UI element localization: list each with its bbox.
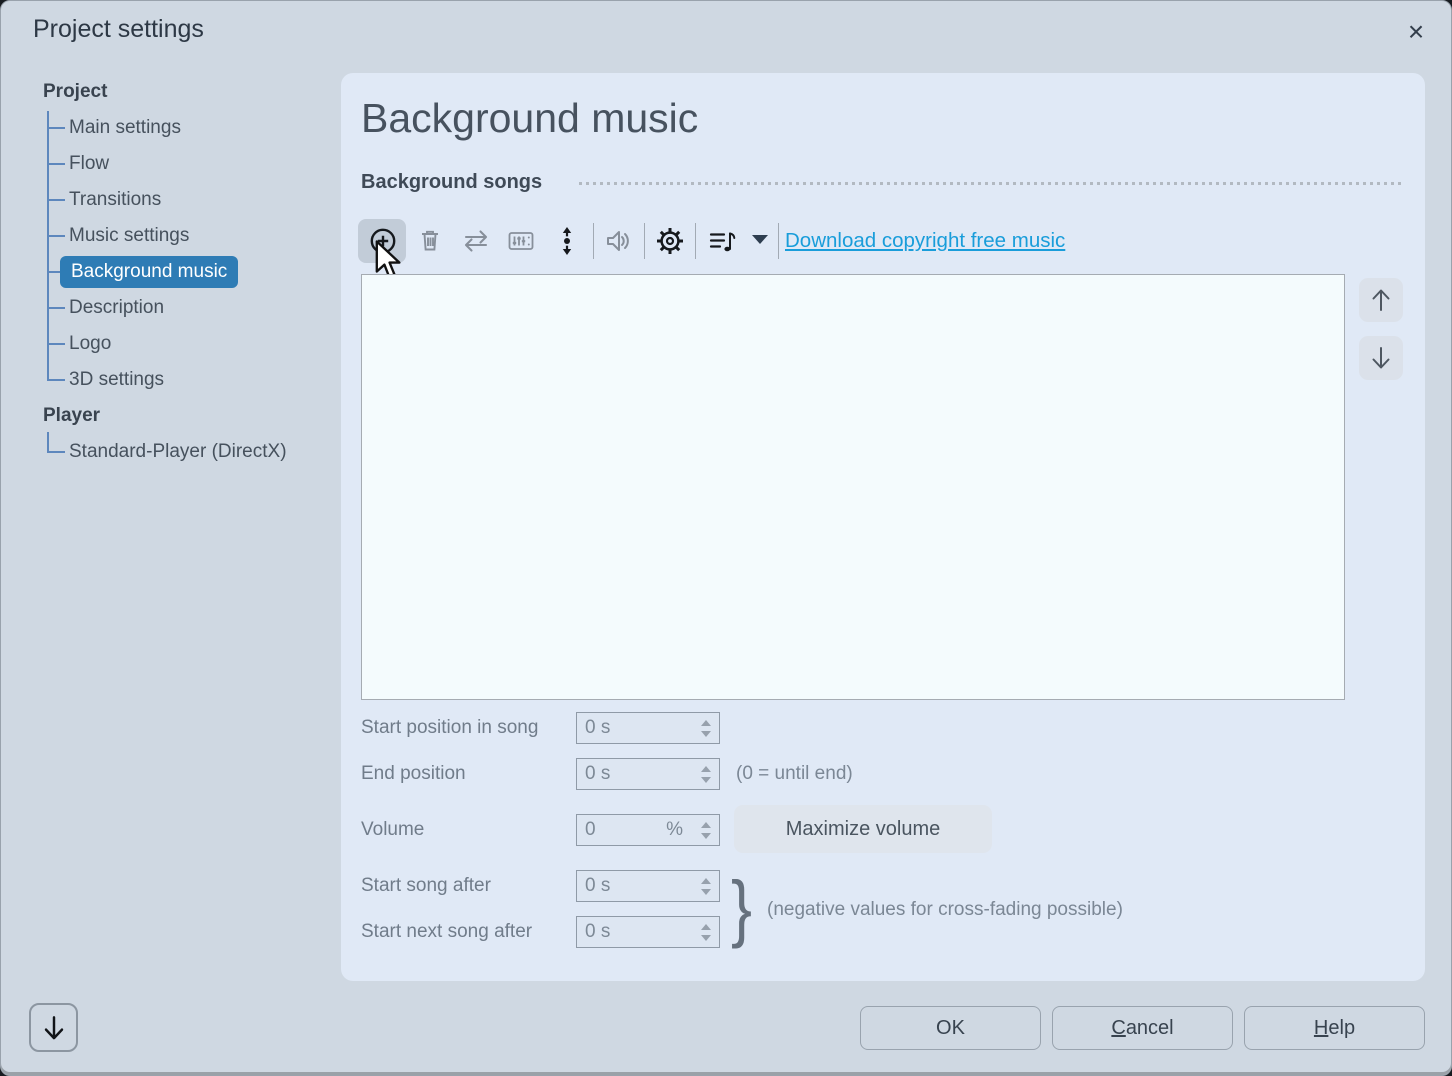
- add-song-icon[interactable]: [366, 224, 400, 258]
- spinner-buttons[interactable]: [698, 871, 714, 901]
- move-down-button[interactable]: [1359, 336, 1403, 380]
- start-next-song-after-value: 0 s: [585, 917, 610, 947]
- arrow-down-icon: [1366, 343, 1396, 373]
- sidebar-item-music-settings[interactable]: Music settings: [69, 221, 189, 251]
- spinner-buttons[interactable]: [698, 713, 714, 743]
- spinner-down-icon[interactable]: [701, 889, 711, 895]
- end-position-label: End position: [361, 759, 466, 789]
- spinner-down-icon[interactable]: [701, 777, 711, 783]
- toolbar-separator: [695, 223, 696, 259]
- arrow-up-icon: [1366, 285, 1396, 315]
- tree-line: [47, 199, 65, 201]
- sidebar-group-player: Player: [43, 401, 100, 431]
- ok-button[interactable]: OK: [860, 1006, 1041, 1050]
- tree-line: [47, 127, 65, 129]
- until-end-note: (0 = until end): [736, 759, 853, 789]
- settings-gear-icon[interactable]: [653, 224, 687, 258]
- sidebar-item-background-music[interactable]: Background music: [60, 256, 238, 288]
- end-position-value: 0 s: [585, 759, 610, 789]
- section-divider: [579, 182, 1401, 185]
- spinner-up-icon[interactable]: [701, 878, 711, 884]
- tree-line: [47, 451, 65, 453]
- tree-line: [47, 163, 65, 165]
- volume-value: 0: [585, 815, 596, 845]
- spinner-buttons[interactable]: [698, 815, 714, 845]
- page-title: Background music: [361, 95, 698, 142]
- download-music-link[interactable]: Download copyright free music: [785, 226, 1065, 256]
- crossfade-brace: }: [731, 871, 752, 945]
- section-title-background-songs: Background songs: [361, 167, 542, 197]
- cancel-button[interactable]: Cancel: [1052, 1006, 1233, 1050]
- delete-song-icon[interactable]: [413, 224, 447, 258]
- mixer-icon[interactable]: [504, 224, 538, 258]
- sidebar-item-standard-player[interactable]: Standard-Player (DirectX): [69, 437, 287, 467]
- background-songs-list[interactable]: [361, 274, 1345, 700]
- start-song-after-label: Start song after: [361, 871, 491, 901]
- tree-line: [47, 343, 65, 345]
- spinner-up-icon[interactable]: [701, 766, 711, 772]
- cancel-rest: ancel: [1126, 1017, 1174, 1039]
- spinner-down-icon[interactable]: [701, 935, 711, 941]
- project-settings-dialog: Project settings × Project Main settings…: [0, 0, 1452, 1076]
- sidebar-group-project: Project: [43, 77, 107, 107]
- end-position-input[interactable]: 0 s: [576, 758, 720, 790]
- spinner-buttons[interactable]: [698, 759, 714, 789]
- crossfade-note: (negative values for cross-fading possib…: [767, 895, 1123, 925]
- start-song-after-value: 0 s: [585, 871, 610, 901]
- volume-label: Volume: [361, 815, 424, 845]
- sidebar-item-main-settings[interactable]: Main settings: [69, 113, 181, 143]
- sidebar-item-transitions[interactable]: Transitions: [69, 185, 161, 215]
- stretch-fit-icon[interactable]: [550, 224, 584, 258]
- start-next-song-after-input[interactable]: 0 s: [576, 916, 720, 948]
- playlist-dropdown-icon[interactable]: [752, 235, 768, 244]
- spinner-up-icon[interactable]: [701, 720, 711, 726]
- sidebar-item-flow[interactable]: Flow: [69, 149, 109, 179]
- toolbar-separator: [778, 223, 779, 259]
- start-position-label: Start position in song: [361, 713, 538, 743]
- spinner-down-icon[interactable]: [701, 731, 711, 737]
- help-mnemonic: H: [1314, 1017, 1328, 1039]
- sidebar-item-description[interactable]: Description: [69, 293, 164, 323]
- start-position-value: 0 s: [585, 713, 610, 743]
- spinner-up-icon[interactable]: [701, 822, 711, 828]
- tree-line: [47, 379, 65, 381]
- sidebar-item-logo[interactable]: Logo: [69, 329, 111, 359]
- toolbar-separator: [644, 223, 645, 259]
- tree-line: [47, 307, 65, 309]
- arrow-down-icon: [38, 1012, 70, 1044]
- tree-line: [47, 432, 49, 452]
- volume-input[interactable]: 0 %: [576, 814, 720, 846]
- toolbar-separator: [593, 223, 594, 259]
- dialog-title: Project settings: [33, 15, 204, 44]
- close-icon[interactable]: ×: [1397, 13, 1435, 51]
- screen: Project settings × Project Main settings…: [0, 0, 1452, 1076]
- move-up-button[interactable]: [1359, 278, 1403, 322]
- tree-line: [47, 235, 65, 237]
- background-music-panel: Background music Background songs: [341, 73, 1425, 981]
- spinner-up-icon[interactable]: [701, 924, 711, 930]
- volume-icon[interactable]: [601, 224, 635, 258]
- playlist-icon[interactable]: [705, 224, 739, 258]
- spinner-buttons[interactable]: [698, 917, 714, 947]
- help-button[interactable]: Help: [1244, 1006, 1425, 1050]
- collapse-dialog-button[interactable]: [29, 1003, 78, 1052]
- volume-unit: %: [666, 815, 683, 845]
- spinner-down-icon[interactable]: [701, 833, 711, 839]
- start-song-after-input[interactable]: 0 s: [576, 870, 720, 902]
- swap-songs-icon[interactable]: [459, 224, 493, 258]
- cancel-mnemonic: C: [1111, 1017, 1125, 1039]
- sidebar-item-3d-settings[interactable]: 3D settings: [69, 365, 164, 395]
- maximize-volume-button[interactable]: Maximize volume: [734, 805, 992, 853]
- help-rest: elp: [1328, 1017, 1355, 1039]
- start-next-song-after-label: Start next song after: [361, 917, 532, 947]
- start-position-input[interactable]: 0 s: [576, 712, 720, 744]
- tree-line: [47, 111, 49, 380]
